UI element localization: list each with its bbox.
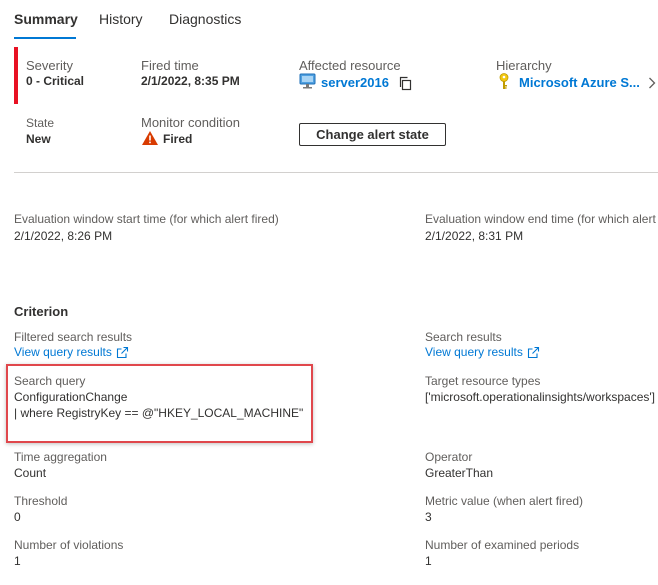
severity-indicator-bar (14, 47, 18, 104)
search-results-label: Search results (425, 330, 502, 344)
eval-start-value: 2/1/2022, 8:26 PM (14, 229, 113, 243)
eval-end-label: Evaluation window end time (for which al… (425, 212, 656, 226)
change-alert-state-button[interactable]: Change alert state (299, 123, 446, 146)
tab-diagnostics[interactable]: Diagnostics (169, 11, 241, 27)
operator-label: Operator (425, 450, 473, 464)
monitor-condition-value: Fired (163, 132, 193, 146)
affected-resource-link[interactable]: server2016 (321, 75, 389, 90)
fired-time-label: Fired time (141, 58, 199, 73)
vm-monitor-icon (299, 73, 316, 89)
search-query-line-1: ConfigurationChange (14, 390, 128, 404)
state-value: New (26, 132, 51, 146)
filtered-query-link[interactable]: View query results (14, 345, 112, 359)
key-icon (498, 73, 510, 90)
examined-periods-label: Number of examined periods (425, 538, 580, 552)
metric-value: 3 (425, 510, 432, 524)
search-query-line-2: | where RegistryKey == @"HKEY_LOCAL_MACH… (14, 406, 304, 420)
violations-value: 1 (14, 554, 21, 568)
hierarchy-link[interactable]: Microsoft Azure S... (519, 75, 640, 90)
filtered-search-label: Filtered search results (14, 330, 133, 344)
filtered-query-link-wrap[interactable]: View query results (14, 345, 129, 359)
time-aggregation-label: Time aggregation (14, 450, 107, 464)
copy-icon[interactable] (398, 76, 413, 91)
tab-history[interactable]: History (99, 11, 143, 27)
search-results-link[interactable]: View query results (425, 345, 523, 359)
operator-value: GreaterThan (425, 466, 494, 480)
criterion-heading: Criterion (14, 304, 69, 319)
section-divider (14, 172, 658, 173)
severity-label: Severity (26, 58, 73, 73)
search-results-link-wrap[interactable]: View query results (425, 345, 540, 359)
external-link-icon[interactable] (527, 346, 540, 359)
threshold-label: Threshold (14, 494, 68, 508)
metric-value-label: Metric value (when alert fired) (425, 494, 584, 508)
target-resource-types-label: Target resource types (425, 374, 541, 388)
tab-summary[interactable]: Summary (14, 11, 78, 27)
hierarchy-label: Hierarchy (496, 58, 552, 73)
target-resource-types-value: ['microsoft.operationalinsights/workspac… (425, 390, 656, 404)
examined-periods-value: 1 (425, 554, 432, 568)
severity-value: 0 - Critical (26, 74, 85, 88)
fired-time-value: 2/1/2022, 8:35 PM (141, 74, 240, 88)
state-label: State (26, 116, 55, 130)
chevron-right-icon[interactable] (648, 77, 656, 89)
time-aggregation-value: Count (14, 466, 47, 480)
violations-label: Number of violations (14, 538, 124, 552)
warning-icon (141, 130, 159, 146)
affected-resource-label: Affected resource (299, 58, 401, 73)
external-link-icon[interactable] (116, 346, 129, 359)
threshold-value: 0 (14, 510, 21, 524)
tab-summary-underline (14, 37, 76, 39)
monitor-condition-label: Monitor condition (141, 115, 240, 130)
eval-end-value: 2/1/2022, 8:31 PM (425, 229, 524, 243)
search-query-label: Search query (14, 374, 86, 388)
eval-start-label: Evaluation window start time (for which … (14, 212, 279, 226)
